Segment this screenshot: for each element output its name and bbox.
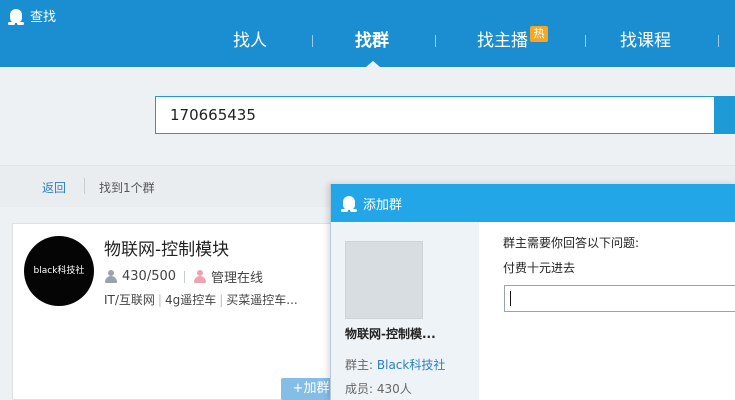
nav-divider [312, 35, 313, 47]
group-owner: 群主: Black科技社 [345, 356, 445, 373]
dialog-title: 添加群 [363, 197, 403, 213]
dialog-titlebar[interactable]: 添加群 [331, 184, 735, 222]
group-tags: IT/互联网 | 4g遥控车 | 买菜遥控车... [104, 293, 298, 307]
tab-find-streamers-label: 找主播 [477, 31, 528, 51]
question-text: 付费十元进去 [503, 261, 576, 275]
qq-penguin-icon [8, 7, 24, 25]
tag: 买菜遥控车... [226, 293, 298, 307]
hot-badge: 热 [530, 26, 548, 42]
dialog-group-info: 物联网-控制模... 群主: Black科技社 成员: 430人 [331, 222, 479, 400]
admin-status: 管理在线 [211, 271, 264, 286]
admin-icon [193, 270, 207, 283]
members-icon [104, 270, 117, 283]
nav-divider [585, 35, 586, 47]
group-members: 成员: 430人 [345, 380, 412, 397]
tab-find-groups[interactable]: 找群 [355, 28, 389, 54]
group-name[interactable]: 物联网-控制模块 [104, 235, 229, 260]
result-bar-divider [84, 178, 85, 194]
group-meta: 430/500 管理在线 [104, 267, 263, 286]
meta-divider [184, 270, 186, 283]
tab-find-streamers[interactable]: 找主播热 [477, 26, 548, 54]
app-header: 查找 找人 找群 找主播热 找课程 [0, 0, 735, 67]
members-label: 成员: [345, 382, 374, 396]
tag: IT/互联网 [104, 293, 155, 307]
back-link[interactable]: 返回 [42, 179, 66, 196]
window-title-bar: 查找 [8, 6, 56, 25]
tab-find-people[interactable]: 找人 [233, 28, 267, 54]
search-input[interactable] [155, 96, 715, 134]
search-button[interactable] [714, 96, 735, 134]
qq-penguin-icon [341, 194, 357, 212]
found-count-text: 找到1个群 [99, 181, 155, 195]
nav-divider [435, 35, 436, 47]
members-value: 430人 [376, 382, 412, 396]
nav-divider [718, 35, 719, 47]
group-result-card[interactable]: black科技社 物联网-控制模块 430/500 管理在线 IT/互联网 | 4g… [12, 223, 342, 400]
owner-label: 群主: [345, 358, 374, 372]
member-count: 430/500 [122, 269, 177, 284]
group-thumbnail [345, 241, 423, 319]
add-group-dialog: 添加群 物联网-控制模... 群主: Black科技社 成员: 430人 群主需… [330, 184, 735, 400]
owner-name-link[interactable]: Black科技社 [377, 358, 445, 372]
dialog-group-name: 物联网-控制模... [345, 327, 436, 341]
tag: 4g遥控车 [164, 293, 217, 307]
group-avatar[interactable]: black科技社 [24, 236, 94, 306]
text-caret [510, 291, 511, 306]
window-title: 查找 [30, 10, 57, 25]
question-prompt: 群主需要你回答以下问题: [503, 236, 640, 250]
tab-find-courses[interactable]: 找课程 [620, 28, 671, 54]
answer-input[interactable] [504, 285, 735, 312]
